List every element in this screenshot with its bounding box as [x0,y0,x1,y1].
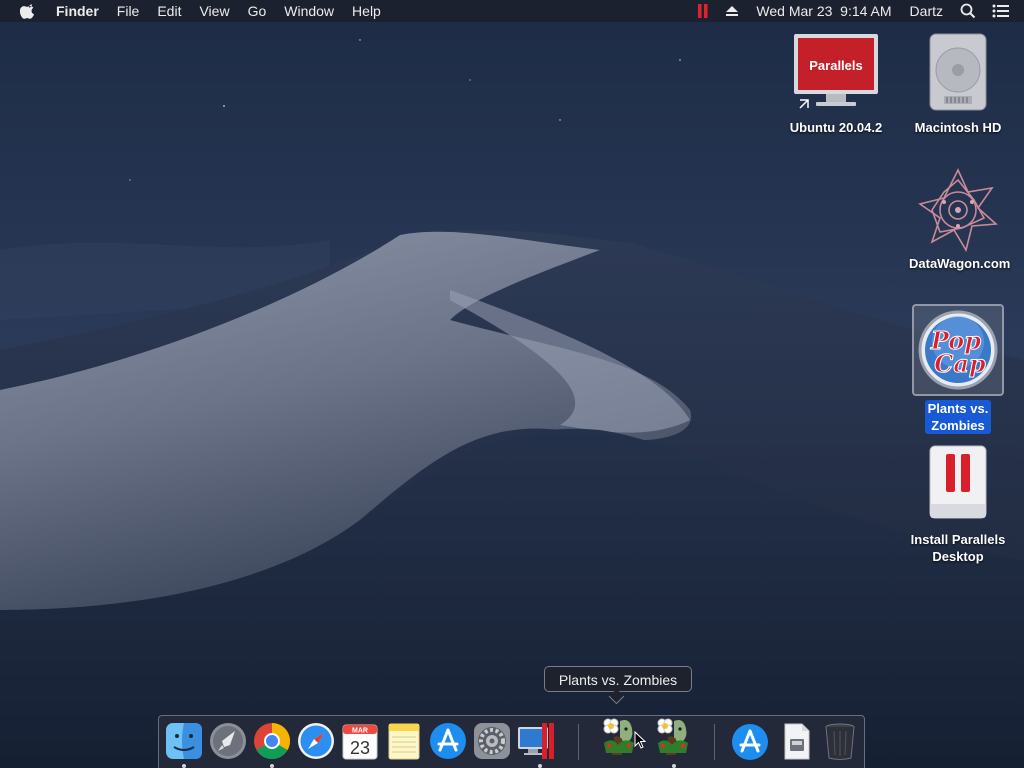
dock-downloads-stack[interactable] [730,721,770,761]
dock-safari[interactable] [296,721,336,761]
parallels-vm-icon: Parallels [792,30,880,118]
desktop-icon-plants-vs-zombies[interactable]: Pop Cap Plants vs. Zombies [906,304,1010,435]
trash-icon [825,723,855,760]
dock-separator [578,724,579,760]
chrome-icon [254,723,291,760]
dock-parallels-desktop[interactable] [516,721,556,761]
desktop-icon-label: Macintosh HD [914,120,1002,135]
desktop-icon-label: DataWagon.com [909,256,1011,271]
plants-vs-zombies-icon [657,718,688,755]
desktop-icon-label: Plants vs. Zombies [924,400,992,434]
notification-center-icon[interactable] [984,0,1024,22]
dock-tooltip: Plants vs. Zombies [544,666,692,692]
calendar-day: 23 [350,738,370,758]
app-store-icon [430,723,466,759]
calendar-month: MAR [352,728,368,735]
menu-user[interactable]: Dartz [901,0,952,22]
parallels-desktop-icon [518,723,554,759]
desktop-icon-label-line2: Desktop [932,549,984,564]
menu-bar: Finder File Edit View Go Window Help Wed… [0,0,1024,22]
parallels-installer-icon [914,442,1002,530]
dock-calendar[interactable]: MAR 23 [340,721,380,761]
safari-icon [298,723,334,759]
menu-clock[interactable]: Wed Mar 23 9:14 AM [747,0,900,22]
datawagon-icon [914,166,1002,254]
menu-edit[interactable]: Edit [148,0,190,22]
spotlight-search-icon[interactable] [952,0,984,22]
dock-finder[interactable] [164,721,204,761]
app-store-downloads-icon [732,724,768,760]
running-indicator [538,764,542,768]
document-icon [784,723,810,760]
desktop-icon-label: Install Parallels Desktop [908,531,1009,565]
apple-icon[interactable] [0,3,47,19]
dock-system-preferences[interactable] [472,721,512,761]
dock-notes[interactable] [384,721,424,761]
notes-icon [388,723,420,760]
mouse-cursor-icon [634,731,646,749]
menu-app-name[interactable]: Finder [47,0,108,22]
desktop-icon-label-line1: Install Parallels [910,532,1006,547]
popcap-icon: Pop Cap [912,304,1004,396]
popcap-badge-line2: Cap [934,349,986,378]
menu-go[interactable]: Go [239,0,276,22]
desktop-icon-datawagon[interactable]: DataWagon.com [906,166,1010,273]
parallels-status-icon[interactable] [689,0,717,22]
calendar-icon: MAR 23 [342,724,378,760]
dock-app-store[interactable] [428,721,468,761]
finder-icon [166,723,202,759]
menu-file[interactable]: File [108,0,149,22]
running-indicator [672,764,676,768]
dock-chrome[interactable] [252,721,292,761]
menu-window[interactable]: Window [275,0,343,22]
desktop-icon-install-parallels[interactable]: Install Parallels Desktop [906,442,1010,566]
dock: MAR 23 [158,715,865,768]
dock-document-stack[interactable] [776,721,816,761]
hard-drive-icon [914,30,1002,118]
desktop-icon-label-line1: Plants vs. [927,401,989,416]
eject-icon[interactable] [717,0,747,22]
desktop-icon-label: Ubuntu 20.04.2 [789,120,883,135]
menu-help[interactable]: Help [343,0,390,22]
running-indicator [270,764,274,768]
parallels-badge-text: Parallels [809,58,863,73]
dock-plants-vs-zombies[interactable] [650,713,696,759]
dock-trash[interactable] [820,721,860,761]
dock-separator [714,724,715,760]
desktop-icon-label-line2: Zombies [931,418,985,433]
desktop-icon-ubuntu[interactable]: Parallels Ubuntu 20.04.2 [784,30,888,137]
system-preferences-icon [474,723,510,759]
launchpad-icon [210,723,246,759]
running-indicator [182,764,186,768]
dock-launchpad[interactable] [208,721,248,761]
desktop-icon-macintosh-hd[interactable]: Macintosh HD [906,30,1010,137]
menu-view[interactable]: View [190,0,238,22]
